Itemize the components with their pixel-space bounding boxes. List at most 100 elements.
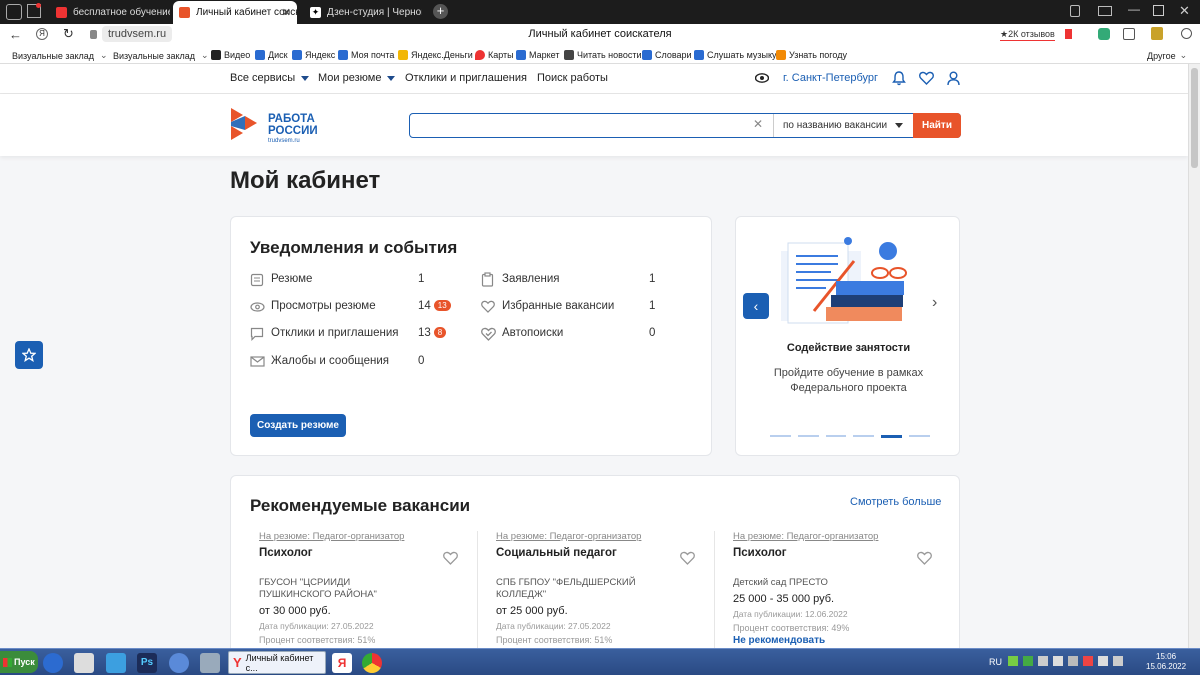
bookmark-maps[interactable]: Карты xyxy=(475,50,514,60)
floating-favorites-button[interactable] xyxy=(15,341,43,369)
vacancy-title[interactable]: Психолог xyxy=(259,547,495,559)
notif-favorites[interactable]: Избранные вакансии 1 xyxy=(481,299,661,319)
language-indicator[interactable]: RU xyxy=(989,657,1002,667)
notif-autosearch[interactable]: Автопоиски 0 xyxy=(481,326,661,346)
tray-icon[interactable] xyxy=(1083,656,1093,666)
eye-icon[interactable] xyxy=(754,73,770,86)
bookmark-item[interactable]: Визуальные заклад ⌄ xyxy=(12,50,108,61)
bookmark-disk[interactable]: Диск xyxy=(255,50,288,60)
download-icon[interactable] xyxy=(1181,28,1192,39)
maximize-icon[interactable] xyxy=(1153,5,1164,16)
favorite-heart-icon[interactable] xyxy=(917,551,932,565)
carousel-dot[interactable] xyxy=(853,435,875,437)
tray-icon[interactable] xyxy=(1008,656,1018,666)
bookmark-music[interactable]: Слушать музыку xyxy=(694,50,777,60)
nav-my-resume[interactable]: Мои резюме xyxy=(318,72,396,84)
tab-education[interactable]: бесплатное обучение для xyxy=(50,2,170,22)
reviews-badge[interactable]: ★2К отзывов xyxy=(1000,29,1055,41)
notif-resume-views[interactable]: Просмотры резюме 14 13 xyxy=(250,299,470,319)
user-icon[interactable] xyxy=(947,71,960,89)
create-resume-button[interactable]: Создать резюме xyxy=(250,414,346,437)
search-button[interactable]: Найти xyxy=(913,113,961,138)
vacancy-card[interactable]: На резюме: Педагог-организатор Психолог … xyxy=(259,531,495,656)
close-window-icon[interactable]: ✕ xyxy=(1179,3,1190,19)
clear-search-icon[interactable]: ✕ xyxy=(753,117,763,131)
bookmark-yandex[interactable]: Яндекс xyxy=(292,50,335,60)
nav-responses[interactable]: Отклики и приглашения xyxy=(405,72,527,84)
bookmark-money[interactable]: Яндекс.Деньги xyxy=(398,50,473,60)
tray-icon[interactable] xyxy=(1023,656,1033,666)
back-icon[interactable]: ← xyxy=(9,27,22,42)
tab-zen[interactable]: ✦ Дзен-студия | Черновик xyxy=(304,2,422,22)
see-more-link[interactable]: Смотреть больше xyxy=(850,496,941,508)
chrome-icon[interactable] xyxy=(362,653,382,673)
nav-city[interactable]: г. Санкт-Петербург xyxy=(783,72,878,84)
volume-icon[interactable] xyxy=(1098,656,1108,666)
taskbar-app-icon[interactable] xyxy=(106,653,126,673)
tray-icon[interactable] xyxy=(1038,656,1048,666)
vacancy-card[interactable]: На резюме: Педагог-организатор Психолог … xyxy=(733,531,959,656)
clock[interactable]: 15:06 15.06.2022 xyxy=(1146,652,1186,672)
yandex-home-icon[interactable] xyxy=(6,4,22,20)
tray-icon[interactable] xyxy=(1113,656,1123,666)
scrollbar-thumb[interactable] xyxy=(1191,68,1198,168)
new-tab-icon[interactable]: + xyxy=(433,4,448,19)
start-button[interactable]: Пуск xyxy=(0,651,38,673)
vacancy-title[interactable]: Социальный педагог xyxy=(496,547,732,559)
taskbar-app-icon[interactable] xyxy=(43,653,63,673)
tab-cabinet[interactable]: Личный кабинет соиск ✕ xyxy=(173,1,297,24)
carousel-dot[interactable] xyxy=(797,435,819,437)
minimize-icon[interactable]: — xyxy=(1128,2,1140,16)
bookmark-market[interactable]: Маркет xyxy=(516,50,559,60)
taskbar-app-icon[interactable] xyxy=(200,653,220,673)
notif-responses[interactable]: Отклики и приглашения 13 8 xyxy=(250,326,470,346)
carousel-dot[interactable] xyxy=(825,435,847,437)
bookmark-weather[interactable]: Узнать погоду xyxy=(776,50,847,60)
bookmark-icon[interactable] xyxy=(1065,29,1072,39)
vacancy-card[interactable]: На резюме: Педагог-организатор Социальны… xyxy=(496,531,732,656)
search-mode-select[interactable]: по названию вакансии xyxy=(773,114,913,137)
protect-icon[interactable] xyxy=(1098,28,1110,40)
bookmark-news[interactable]: Читать новости xyxy=(564,50,641,60)
extension-badge-icon[interactable] xyxy=(1151,27,1163,40)
reload-icon[interactable]: ↻ xyxy=(63,26,74,42)
bookmark-dictionary[interactable]: Словари xyxy=(642,50,692,60)
not-recommend-link[interactable]: Не рекомендовать xyxy=(733,635,959,646)
favorite-heart-icon[interactable] xyxy=(680,551,695,565)
bell-icon[interactable] xyxy=(892,71,906,89)
url-field[interactable]: trudvsem.ru xyxy=(102,26,173,42)
photoshop-icon[interactable]: Ps xyxy=(137,653,157,673)
bookmark-manager-icon[interactable] xyxy=(1070,5,1080,17)
taskbar-active-window[interactable]: Y Личный кабинет с... xyxy=(228,651,326,674)
favorite-heart-icon[interactable] xyxy=(443,551,458,565)
close-tab-icon[interactable]: ✕ xyxy=(282,6,291,19)
tray-icon[interactable] xyxy=(1053,656,1063,666)
network-icon[interactable] xyxy=(1068,656,1078,666)
search-input[interactable] xyxy=(414,116,744,135)
carousel-dot[interactable] xyxy=(770,435,791,437)
rabota-rossii-logo[interactable] xyxy=(228,106,262,147)
vacancy-resume-link[interactable]: На резюме: Педагог-организатор xyxy=(496,531,732,542)
page-scrollbar[interactable] xyxy=(1188,64,1200,648)
notif-resume[interactable]: Резюме 1 xyxy=(250,272,450,292)
taskbar-app-icon[interactable] xyxy=(169,653,189,673)
yandex-logo-icon[interactable]: Я xyxy=(36,28,48,40)
carousel-prev-button[interactable]: ‹ xyxy=(743,293,769,319)
vacancy-resume-link[interactable]: На резюме: Педагог-организатор xyxy=(733,531,959,542)
extensions-icon[interactable] xyxy=(1123,28,1135,40)
carousel-dot[interactable] xyxy=(909,435,930,437)
yandex-icon[interactable]: Я xyxy=(332,653,352,673)
nav-all-services[interactable]: Все сервисы xyxy=(230,72,310,84)
notif-complaints[interactable]: Жалобы и сообщения 0 xyxy=(250,354,450,374)
bookmark-mail[interactable]: Моя почта xyxy=(338,50,394,60)
vacancy-resume-link[interactable]: На резюме: Педагог-организатор xyxy=(259,531,495,542)
notif-applications[interactable]: Заявления 1 xyxy=(481,272,661,292)
bookmark-video[interactable]: Видео xyxy=(211,50,250,60)
nav-job-search[interactable]: Поиск работы xyxy=(537,72,608,84)
carousel-next-icon[interactable]: › xyxy=(932,294,937,312)
carousel-dot-active[interactable] xyxy=(881,435,903,438)
bookmark-other[interactable]: Другое ⌄ xyxy=(1147,50,1187,61)
favorites-heart-icon[interactable] xyxy=(919,71,934,88)
bookmark-item[interactable]: Визуальные заклад ⌄ xyxy=(113,50,209,61)
menu-icon[interactable] xyxy=(1098,6,1112,16)
